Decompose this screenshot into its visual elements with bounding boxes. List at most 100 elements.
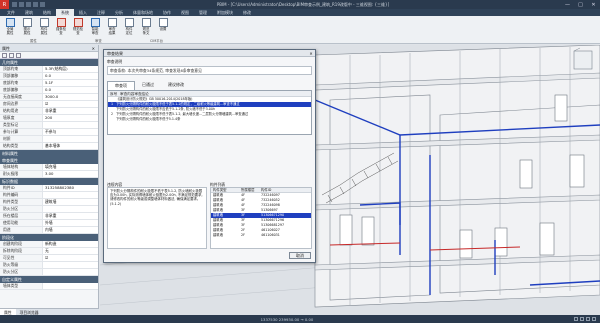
minimize-button[interactable]: — [561, 2, 574, 8]
tab-passed[interactable]: 已通过 [135, 81, 161, 90]
cancel-button[interactable]: 取消 [289, 252, 311, 259]
ribbon-tab[interactable]: 结构 [38, 9, 56, 16]
property-value[interactable]: 3.00 [42, 171, 98, 177]
cube-icon[interactable] [592, 317, 596, 321]
undo-icon[interactable] [26, 2, 31, 7]
row-text: 下列防火分隔构件的耐火极限不低于5.1.4条 [116, 117, 181, 121]
properties-toolbar [0, 52, 98, 59]
property-row: 参与计算 不参与 [0, 129, 98, 136]
property-value[interactable]: 0.0 [42, 87, 98, 93]
ribbon-button-label: 构件 属性 [40, 27, 48, 35]
ribbon-group-label: CIM平台 [150, 39, 164, 43]
ribbon-button[interactable]: 构件 定位 [121, 18, 137, 39]
redo-icon[interactable] [33, 2, 38, 7]
close-button[interactable]: ✕ [587, 2, 600, 8]
property-value[interactable] [42, 122, 98, 128]
maximize-button[interactable]: □ [574, 2, 587, 8]
ribbon-tab[interactable]: 管理 [194, 9, 212, 16]
ribbon-button[interactable]: 图示 属性 [19, 18, 35, 39]
filter-icon[interactable] [2, 53, 7, 58]
dialog-title-bar[interactable]: 审查结果 ✕ [104, 50, 315, 57]
properties-header: 属性 ✕ [0, 45, 98, 52]
property-value[interactable]: 200 [42, 115, 98, 121]
ribbon-button[interactable]: 全局 属性 [2, 18, 18, 39]
ribbon-button[interactable]: 构件 属性 [36, 18, 52, 39]
property-value[interactable]: ☑ [42, 101, 98, 107]
ribbon-tab[interactable]: 分析 [110, 9, 128, 16]
tab-suggest-change[interactable]: 建议修改 [161, 81, 191, 90]
result-row[interactable]: 下列防火分隔构件的耐火极限不低于5.1.4条 [108, 117, 311, 122]
property-section-header[interactable]: 阶段化 [0, 234, 98, 241]
property-value[interactable] [42, 136, 98, 142]
property-row: 底部偏移 0.0 [0, 87, 98, 94]
property-name: 材质 [3, 136, 11, 141]
violation-section: 违规内容 下列防火分隔构件的耐火极限不低于表5.1.2, 防火墙耐火极限应为3.… [107, 182, 207, 250]
save-icon[interactable] [19, 2, 24, 7]
property-value[interactable]: 无 [42, 248, 98, 254]
filter-icon[interactable] [574, 317, 578, 321]
property-value[interactable]: 基本墙体 [42, 143, 98, 149]
ribbon-tab[interactable]: 视图 [176, 9, 194, 16]
property-value[interactable]: 填充墙 [42, 164, 98, 170]
property-value[interactable]: 5.1F [42, 80, 98, 86]
edit-type-icon[interactable] [9, 53, 14, 58]
ribbon-group-label: 属性 [30, 39, 37, 43]
property-value[interactable]: ☑ [42, 255, 98, 261]
property-row: 顶部约束 5.3F(结构层) [0, 66, 98, 73]
sort-icon[interactable] [16, 53, 21, 58]
ribbon-tab[interactable]: 建筑 [20, 9, 38, 16]
property-name: 所在楼层 [3, 213, 19, 218]
ribbon-button[interactable]: 规范检 查 [70, 18, 86, 39]
property-value[interactable]: 非承重 [42, 108, 98, 114]
ribbon-button[interactable]: 规范 条文 [138, 18, 154, 39]
ribbon-button[interactable]: 设置 [155, 18, 171, 39]
property-section-header[interactable]: 几何属性 [0, 59, 98, 66]
ribbon-tab[interactable]: 附加模块 [212, 9, 238, 16]
ribbon-tab[interactable]: 修改 [238, 9, 256, 16]
property-value[interactable]: 新构造 [42, 241, 98, 247]
ribbon-button[interactable]: 审查 结果 [104, 18, 120, 39]
ribbon-tab[interactable]: 系统 [56, 9, 74, 16]
tab-review-items[interactable]: 审查项 [107, 81, 135, 90]
ribbon-button[interactable]: 强条检 查 [53, 18, 69, 39]
ribbon-button-label: 规范 条文 [142, 27, 150, 35]
property-value[interactable] [42, 206, 98, 212]
property-value[interactable]: 内墙 [42, 227, 98, 233]
property-value[interactable]: 0.0 [42, 73, 98, 79]
ribbon-tab[interactable]: 插入 [74, 9, 92, 16]
property-section-header[interactable]: 标识数据 [0, 178, 98, 185]
open-icon[interactable] [12, 2, 17, 7]
lock-icon[interactable] [580, 317, 584, 321]
ribbon-tab[interactable]: 体量和场地 [128, 9, 158, 16]
property-name: 耐火极限 [3, 171, 19, 176]
list-icon [107, 18, 117, 27]
property-value[interactable]: 不参与 [42, 129, 98, 135]
property-value[interactable] [42, 262, 98, 268]
property-value[interactable]: 3000.0 [42, 94, 98, 100]
property-value[interactable]: 建筑墙 [42, 199, 98, 205]
ribbon-button[interactable]: 智能 审查 [87, 18, 103, 39]
property-value[interactable]: 非承重 [42, 213, 98, 219]
property-section-header[interactable]: 自定义属性 [0, 276, 98, 283]
property-name: 墙厚度 [3, 115, 15, 120]
property-value[interactable] [42, 192, 98, 198]
dialog-close-icon[interactable]: ✕ [307, 50, 315, 56]
component-list-section: 构件列表 构件类型 所属楼层 构件ID 建筑墙 4F 732246097 建筑墙 4F 7… [210, 182, 312, 250]
property-name: 顶部偏移 [3, 73, 19, 78]
property-value[interactable]: 313258802380 [42, 185, 98, 191]
properties-close-icon[interactable]: ✕ [92, 45, 98, 51]
property-section-header[interactable]: 材料属性 [0, 150, 98, 157]
select-icon[interactable] [586, 317, 590, 321]
property-row: 可见性 ☑ [0, 255, 98, 262]
property-row: 无连接高度 3000.0 [0, 94, 98, 101]
property-value[interactable]: 5.3F(结构层) [42, 66, 98, 72]
component-row[interactable]: 建筑墙 2F 461106031 [211, 233, 311, 238]
property-value[interactable] [42, 269, 98, 275]
property-section-header[interactable]: 审查属性 [0, 157, 98, 164]
app-logo-icon[interactable]: R [0, 0, 9, 9]
ribbon-tab[interactable]: 文件 [2, 9, 20, 16]
property-value[interactable] [42, 283, 98, 289]
ribbon-tab[interactable]: 协作 [158, 9, 176, 16]
ribbon-tab[interactable]: 注释 [92, 9, 110, 16]
property-value[interactable]: 外墙 [42, 220, 98, 226]
